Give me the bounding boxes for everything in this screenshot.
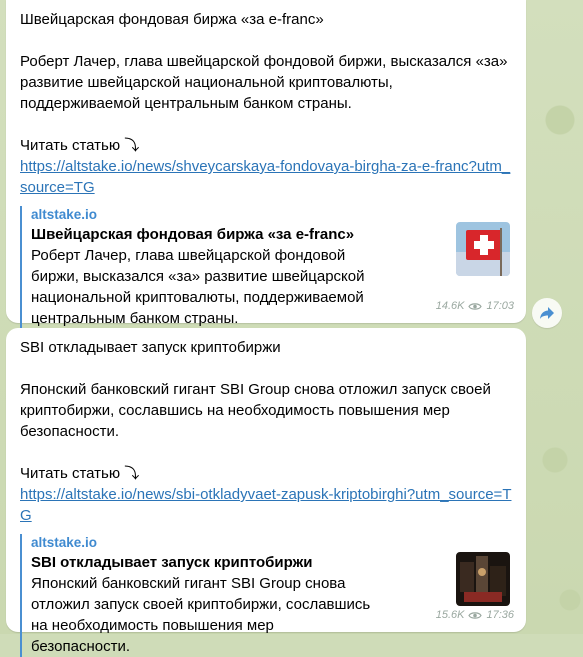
eye-icon: [468, 612, 483, 619]
read-article-label: Читать статью ⤵: [20, 465, 140, 482]
message-time: 17:03: [486, 300, 514, 312]
link-preview[interactable]: altstake.io SBI откладывает запуск крипт…: [20, 534, 512, 657]
message-bubble[interactable]: SBI откладывает запуск криптобиржи Японс…: [6, 328, 526, 657]
message-title: SBI откладывает запуск криптобиржи: [20, 339, 281, 356]
read-article-label: Читать статью ⤵: [20, 137, 140, 154]
views-count: 15.6K: [435, 609, 465, 621]
share-arrow-icon: [540, 307, 554, 319]
article-link[interactable]: https://altstake.io/news/shveycarskaya-f…: [20, 156, 512, 198]
message-meta: 14.6K 17:03: [436, 296, 514, 317]
message-bubble[interactable]: Швейцарская фондовая биржа «за e-franc» …: [6, 0, 526, 329]
preview-site-name: altstake.io: [31, 207, 98, 222]
preview-title: SBI откладывает запуск криптобиржи: [31, 554, 313, 571]
article-link[interactable]: https://altstake.io/news/sbi-otkladyvaet…: [20, 484, 512, 526]
preview-title: Швейцарская фондовая биржа «за e-franc»: [31, 226, 355, 243]
preview-thumbnail-photo[interactable]: [456, 552, 510, 606]
message-body: Японский банковский гигант SBI Group сно…: [20, 381, 491, 440]
preview-thumbnail-swiss-flag[interactable]: [456, 222, 510, 276]
message-title: Швейцарская фондовая биржа «за e-franc»: [20, 11, 324, 28]
preview-description: Роберт Лачер, глава швейцарской фондовой…: [31, 247, 365, 327]
share-button[interactable]: [532, 298, 562, 328]
eye-icon: [468, 303, 483, 310]
views-count: 14.6K: [435, 300, 465, 312]
message-time: 17:36: [486, 609, 514, 621]
message-body: Роберт Лачер, глава швейцарской фондовой…: [20, 53, 508, 112]
preview-description: Японский банковский гигант SBI Group сно…: [31, 575, 371, 655]
message-meta: 15.6K 17:36: [436, 605, 514, 626]
preview-site-name: altstake.io: [31, 535, 98, 550]
